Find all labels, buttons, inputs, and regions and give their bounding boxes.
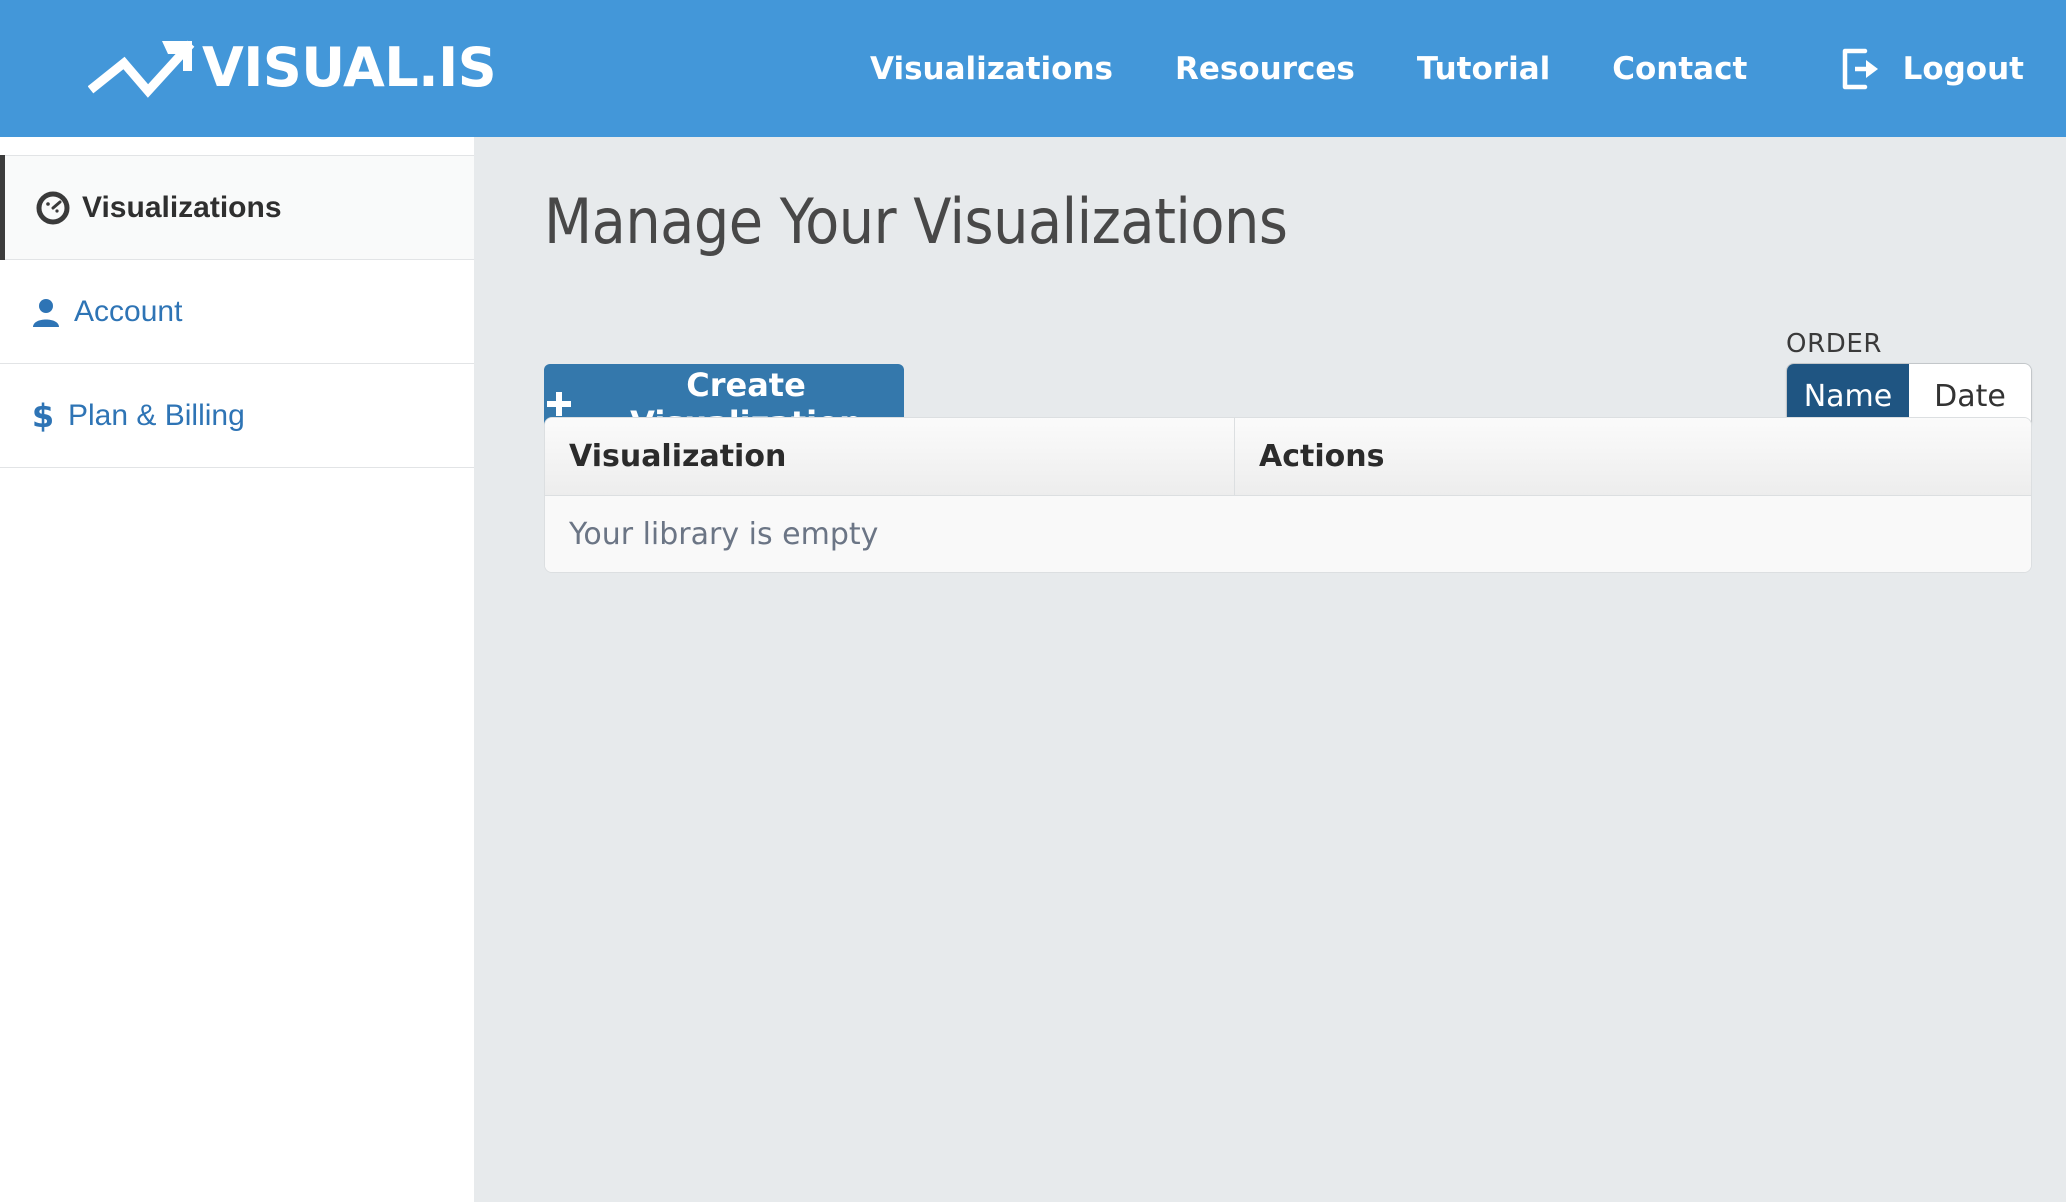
line-chart-arrow-icon [88, 29, 206, 107]
empty-library-message: Your library is empty [569, 516, 879, 552]
logo-text: VISUAL.IS [202, 36, 497, 99]
table-header-row: Visualization Actions [545, 418, 2031, 496]
plus-icon [544, 389, 574, 419]
visualizations-table: Visualization Actions Your library is em… [544, 417, 2032, 573]
page-title: Manage Your Visualizations [544, 185, 1288, 258]
column-header-visualization[interactable]: Visualization [545, 418, 1235, 495]
dollar-sign-icon: $ [30, 399, 56, 433]
main-nav: Visualizations Resources Tutorial Contac… [870, 0, 1747, 137]
order-control: ORDER Name Date [1786, 329, 2032, 429]
svg-text:$: $ [32, 399, 54, 433]
sidebar-item-account[interactable]: Account [0, 260, 474, 364]
sidebar-item-label: Visualizations [82, 190, 282, 224]
site-header: VISUAL.IS Visualizations Resources Tutor… [0, 0, 2066, 137]
main-content: Manage Your Visualizations Create Visual… [474, 137, 2066, 1202]
user-icon [30, 296, 62, 328]
logout-button[interactable]: Logout [1839, 0, 2024, 137]
sign-out-icon [1839, 47, 1883, 91]
sidebar-item-visualizations[interactable]: Visualizations [0, 155, 474, 260]
logo[interactable]: VISUAL.IS [88, 26, 497, 110]
nav-item-visualizations[interactable]: Visualizations [870, 51, 1113, 87]
sidebar-column: Visualizations Account $ Plan & Billing [0, 137, 474, 1202]
nav-item-contact[interactable]: Contact [1612, 51, 1747, 87]
nav-item-tutorial[interactable]: Tutorial [1417, 51, 1550, 87]
sidebar-item-label: Plan & Billing [68, 398, 245, 432]
sidebar-item-label: Account [74, 294, 183, 328]
nav-item-resources[interactable]: Resources [1175, 51, 1355, 87]
column-header-actions[interactable]: Actions [1235, 418, 2031, 495]
logout-label: Logout [1902, 50, 2024, 87]
dashboard-gauge-icon [36, 191, 70, 225]
sidebar-item-plan-billing[interactable]: $ Plan & Billing [0, 364, 474, 468]
table-row-empty: Your library is empty [545, 496, 2031, 572]
page-root: VISUAL.IS Visualizations Resources Tutor… [0, 0, 2066, 1202]
sidebar-nav: Visualizations Account $ Plan & Billing [0, 155, 474, 468]
body-area: Visualizations Account $ Plan & Billing … [0, 137, 2066, 1202]
order-label: ORDER [1786, 329, 1883, 359]
